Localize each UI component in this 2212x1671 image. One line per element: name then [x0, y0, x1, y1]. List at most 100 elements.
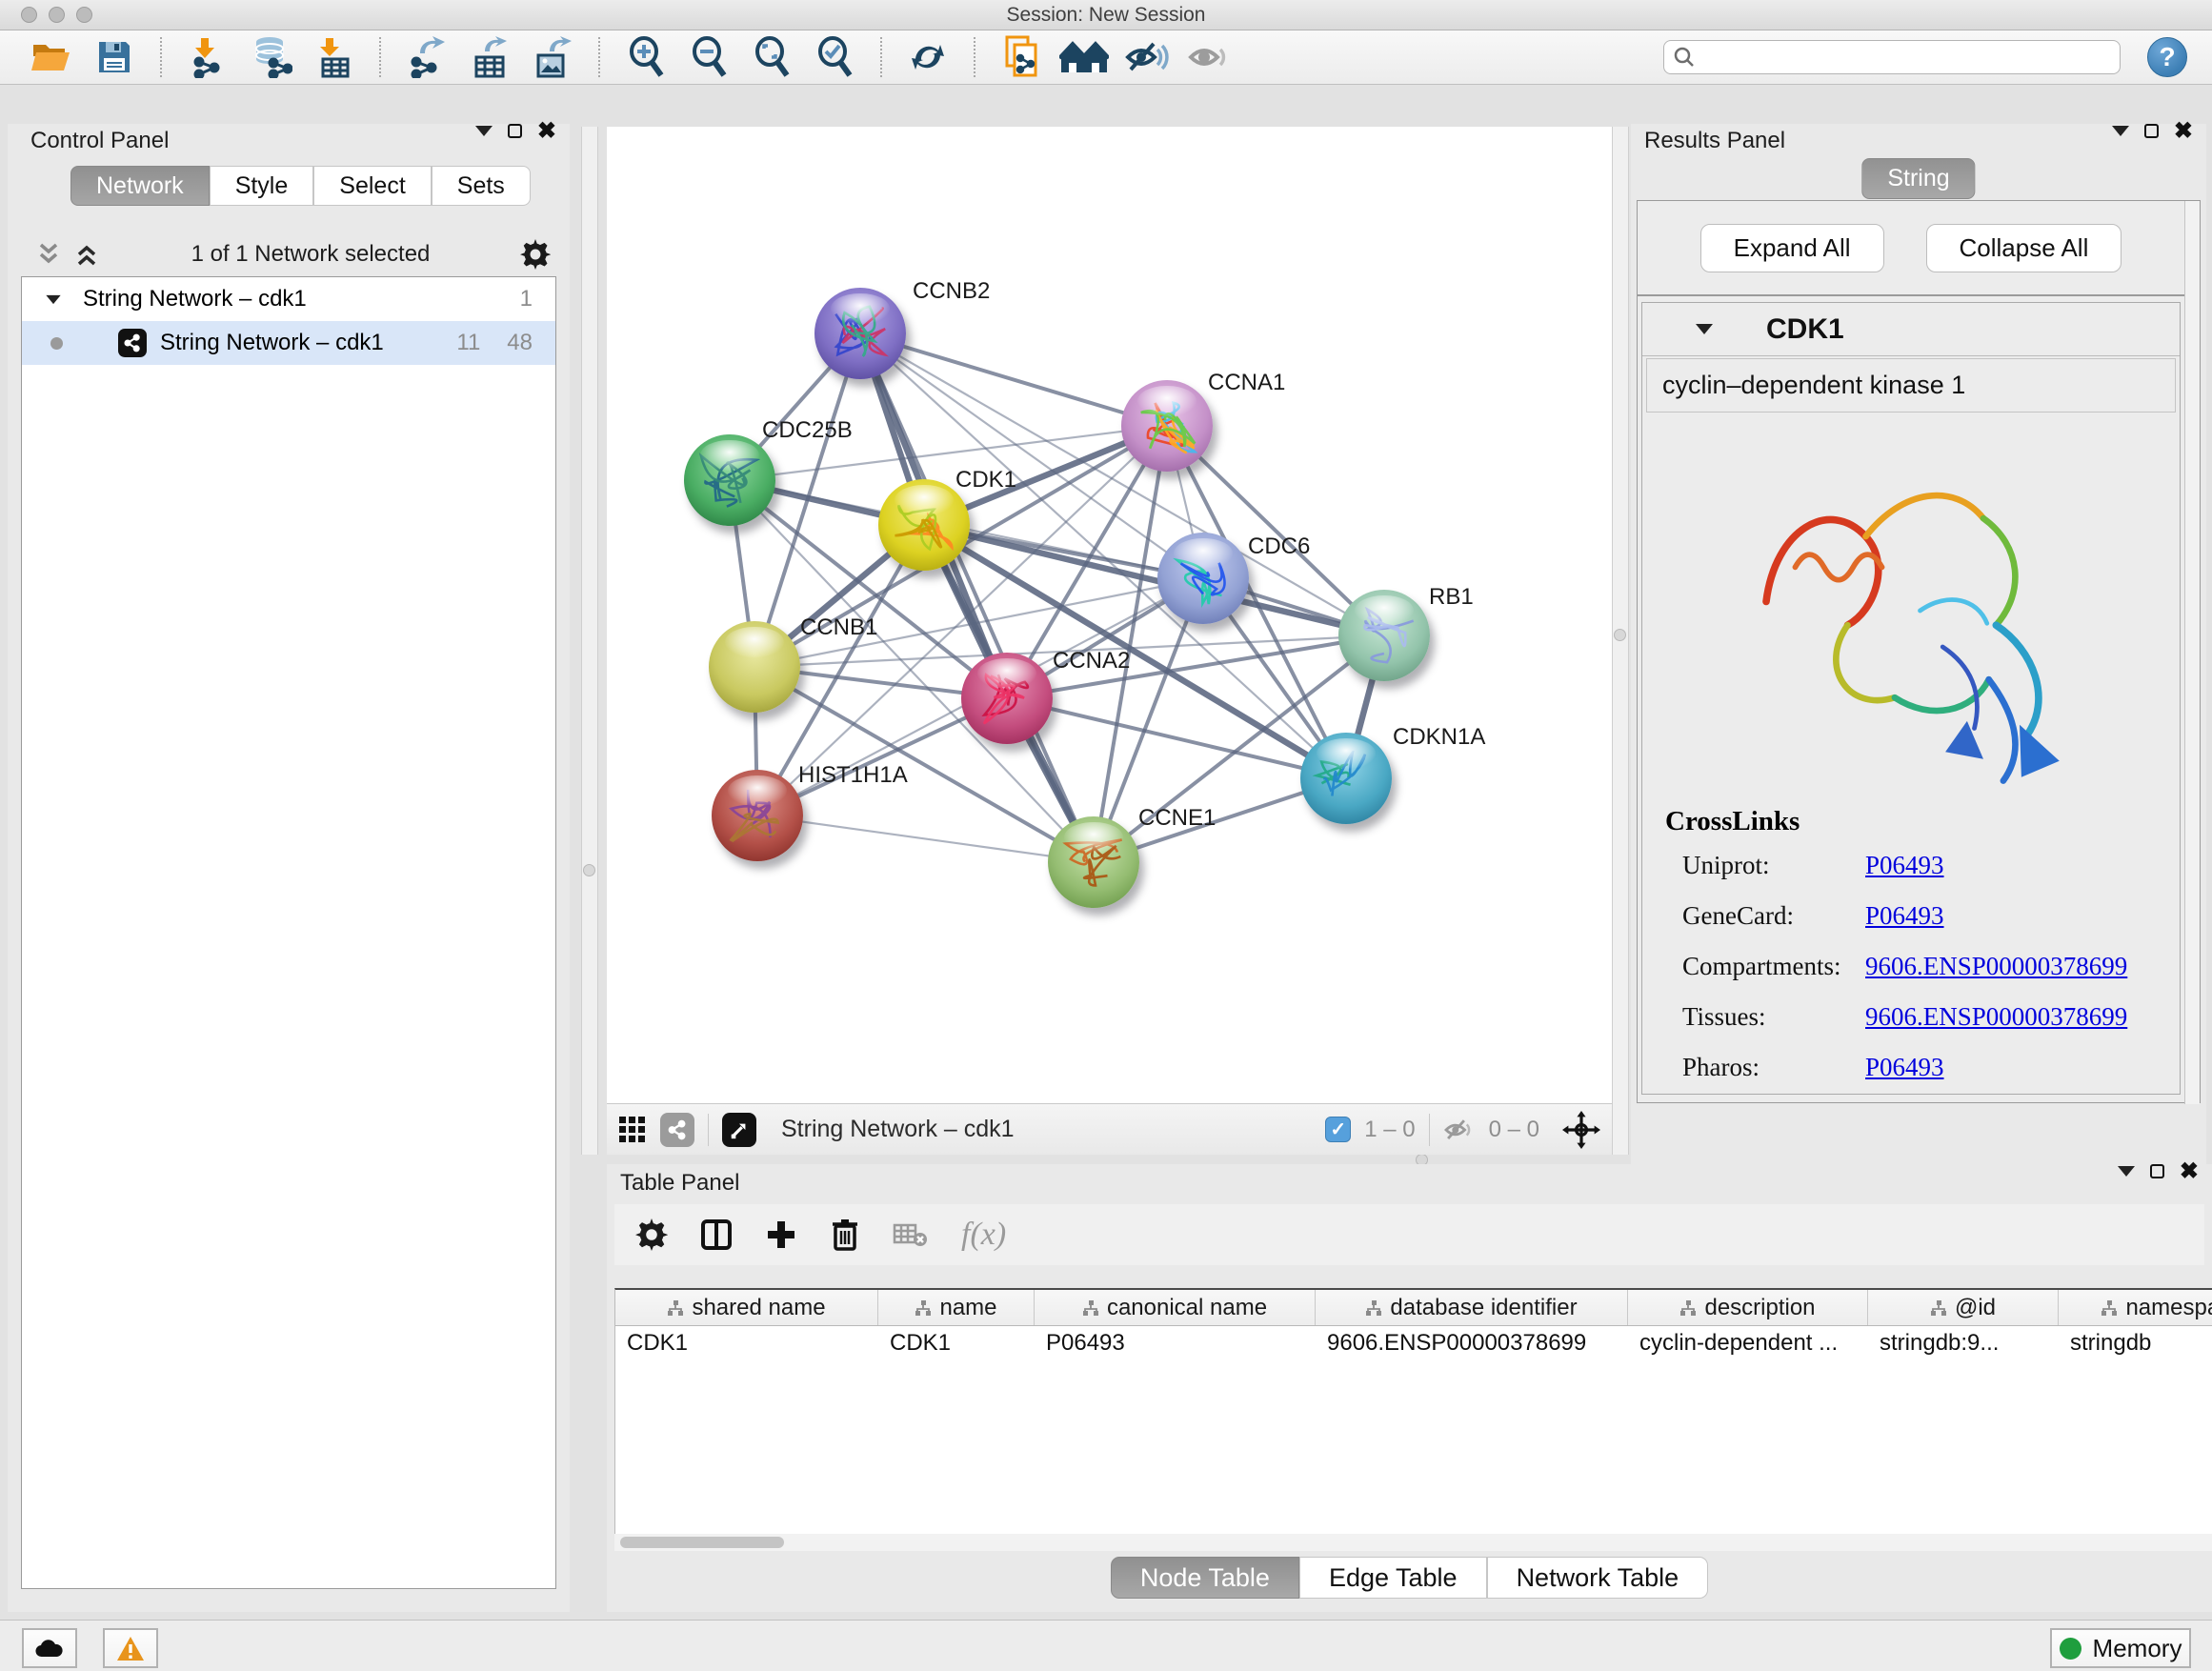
import-network-from-file-button[interactable]	[181, 34, 234, 80]
memory-button[interactable]: Memory	[2050, 1628, 2191, 1668]
node-CCNE1[interactable]	[1048, 816, 1139, 908]
column-header-shared-name[interactable]: shared name	[615, 1290, 878, 1325]
cloud-services-button[interactable]	[22, 1628, 77, 1668]
save-icon	[96, 39, 132, 75]
column-header-namespace[interactable]: namespace	[2059, 1290, 2212, 1325]
network-type-badge-icon[interactable]	[660, 1113, 694, 1147]
network-options-gear-icon[interactable]	[520, 239, 551, 270]
tab-network[interactable]: Network	[70, 166, 210, 206]
close-panel-icon[interactable]: ✖	[2174, 124, 2193, 138]
cell-canonical-name[interactable]: P06493	[1035, 1326, 1316, 1362]
tab-select[interactable]: Select	[313, 166, 431, 206]
zoom-in-button[interactable]	[619, 34, 673, 80]
node-CDKN1A[interactable]	[1300, 733, 1392, 824]
table-options-gear-icon[interactable]	[635, 1218, 668, 1251]
expand-all-networks-icon[interactable]	[72, 240, 101, 269]
table-row[interactable]: CDK1CDK1P064939606.ENSP00000378699cyclin…	[615, 1326, 2212, 1362]
hide-selected-button[interactable]	[1120, 34, 1174, 80]
table-horizontal-scrollbar[interactable]	[614, 1534, 2212, 1551]
tab-node-table[interactable]: Node Table	[1111, 1557, 1299, 1599]
export-table-button[interactable]	[463, 34, 516, 80]
node-HIST1H1A[interactable]	[712, 770, 803, 861]
cell-namespace[interactable]: stringdb	[2059, 1326, 2212, 1362]
column-header-canonical-name[interactable]: canonical name	[1035, 1290, 1316, 1325]
float-panel-icon[interactable]	[508, 124, 522, 138]
tab-network-table[interactable]: Network Table	[1487, 1557, 1709, 1599]
network-collection-row[interactable]: String Network – cdk1 1	[22, 277, 555, 321]
collection-expand-icon[interactable]	[46, 294, 60, 303]
pharos-link[interactable]: P06493	[1865, 1053, 1944, 1082]
export-network-button[interactable]	[400, 34, 453, 80]
splitter-handle[interactable]	[1614, 629, 1626, 641]
column-header-description[interactable]: description	[1628, 1290, 1868, 1325]
tissues-link[interactable]: 9606.ENSP00000378699	[1865, 1002, 2127, 1032]
close-panel-icon[interactable]: ✖	[537, 124, 556, 138]
node-CDC6[interactable]	[1157, 533, 1249, 624]
export-image-button[interactable]	[526, 34, 579, 80]
node-CCNA2[interactable]	[961, 653, 1053, 744]
open-file-button[interactable]	[25, 34, 78, 80]
results-scrollbar[interactable]	[2184, 201, 2200, 1104]
birdseye-view-icon[interactable]	[722, 1113, 756, 1147]
edge-HIST1H1A-CCNE1[interactable]	[757, 815, 1094, 862]
zoom-fit-button[interactable]	[745, 34, 798, 80]
node-RB1[interactable]	[1338, 590, 1430, 681]
uniprot-link[interactable]: P06493	[1865, 851, 1944, 880]
save-session-button[interactable]	[88, 34, 141, 80]
copy-network-button[interactable]	[995, 34, 1048, 80]
network-canvas[interactable]: CCNB2CCNA1CDC25BCDK1CDC6RB1CCNB1CCNA2CDK…	[607, 127, 1612, 1103]
splitter-handle[interactable]	[583, 864, 595, 876]
show-grid-icon[interactable]	[618, 1116, 647, 1144]
node-details-header[interactable]: CDK1	[1642, 303, 2180, 356]
genecard-link[interactable]: P06493	[1865, 901, 1944, 931]
zoom-out-button[interactable]	[682, 34, 735, 80]
float-panel-icon[interactable]	[2144, 124, 2159, 138]
import-table-from-file-button[interactable]	[307, 34, 360, 80]
panel-menu-icon[interactable]	[2118, 1166, 2135, 1177]
compartments-link[interactable]: 9606.ENSP00000378699	[1865, 952, 2127, 981]
string-results-container: Expand All Collapse All CDK1 cyclin–depe…	[1637, 200, 2201, 1103]
zoom-selected-button[interactable]	[808, 34, 861, 80]
column-header-database-identifier[interactable]: database identifier	[1316, 1290, 1628, 1325]
selected-nodes-checkbox[interactable]: ✓	[1325, 1117, 1351, 1142]
cell-database-identifier[interactable]: 9606.ENSP00000378699	[1316, 1326, 1628, 1362]
create-column-plus-icon[interactable]	[765, 1218, 797, 1251]
cell--id[interactable]: stringdb:9...	[1868, 1326, 2059, 1362]
search-input[interactable]	[1702, 45, 2110, 70]
help-button[interactable]: ?	[2147, 37, 2187, 77]
show-all-button[interactable]	[1183, 34, 1237, 80]
collapse-all-button[interactable]: Collapse All	[1926, 224, 2122, 272]
node-CCNA1[interactable]	[1121, 380, 1213, 472]
panel-menu-icon[interactable]	[475, 126, 493, 136]
float-panel-icon[interactable]	[2150, 1164, 2164, 1178]
expand-all-button[interactable]: Expand All	[1700, 224, 1884, 272]
panel-menu-icon[interactable]	[2112, 126, 2129, 136]
right-splitter[interactable]	[1612, 127, 1629, 1155]
import-network-from-database-button[interactable]	[244, 34, 297, 80]
fit-content-crosshair-icon[interactable]	[1562, 1111, 1600, 1149]
cell-description[interactable]: cyclin-dependent ...	[1628, 1326, 1868, 1362]
cell-name[interactable]: CDK1	[878, 1326, 1035, 1362]
search-icon	[1674, 47, 1695, 68]
close-panel-icon[interactable]: ✖	[2180, 1164, 2199, 1178]
tab-edge-table[interactable]: Edge Table	[1299, 1557, 1487, 1599]
left-splitter[interactable]	[581, 127, 598, 1155]
column-header--id[interactable]: @id	[1868, 1290, 2059, 1325]
cell-shared-name[interactable]: CDK1	[615, 1326, 878, 1362]
column-header-name[interactable]: name	[878, 1290, 1035, 1325]
tab-string[interactable]: String	[1861, 158, 1975, 199]
apply-layout-button[interactable]	[901, 34, 955, 80]
string-home-button[interactable]	[1057, 34, 1111, 80]
scrollbar-thumb[interactable]	[620, 1537, 784, 1548]
node-CDC25B[interactable]	[684, 434, 775, 526]
collapse-all-networks-icon[interactable]	[34, 240, 63, 269]
network-row-selected[interactable]: String Network – cdk1 11 48	[22, 321, 555, 365]
node-CCNB2[interactable]	[814, 288, 906, 379]
tab-style[interactable]: Style	[210, 166, 314, 206]
warnings-button[interactable]	[103, 1628, 158, 1668]
tab-sets[interactable]: Sets	[432, 166, 531, 206]
node-CCNB1[interactable]	[709, 621, 800, 713]
show-columns-icon[interactable]	[700, 1218, 733, 1251]
collapse-entry-icon[interactable]	[1696, 324, 1713, 334]
delete-column-trash-icon[interactable]	[830, 1218, 860, 1252]
